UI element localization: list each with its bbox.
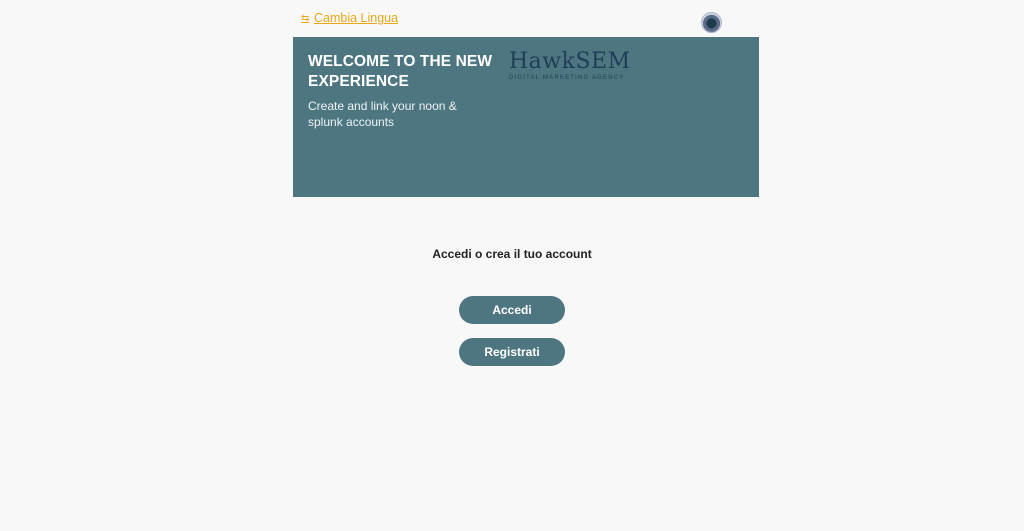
login-prompt: Accedi o crea il tuo account [432, 247, 592, 261]
banner-title: WELCOME TO THE NEW EXPERIENCE [308, 53, 493, 90]
change-language-link[interactable]: ⇆ Cambia Lingua [301, 11, 398, 25]
welcome-banner: WELCOME TO THE NEW EXPERIENCE Create and… [293, 37, 759, 197]
register-button[interactable]: Registrati [459, 338, 565, 366]
user-avatar-icon[interactable] [702, 13, 721, 32]
change-language-label: Cambia Lingua [314, 11, 399, 25]
banner-subtitle: Create and link your noon & splunk accou… [308, 99, 457, 129]
logo-name: HawkSEM [509, 49, 631, 74]
login-button[interactable]: Accedi [459, 296, 565, 324]
logo-tagline: DIGITAL MARKETING AGENCY [509, 75, 625, 81]
page: ⇆ Cambia Lingua WELCOME TO THE NEW EXPER… [0, 0, 1024, 531]
translate-icon: ⇆ [301, 12, 310, 24]
hawksem-logo: HawkSEM DIGITAL MARKETING AGENCY [509, 50, 639, 90]
